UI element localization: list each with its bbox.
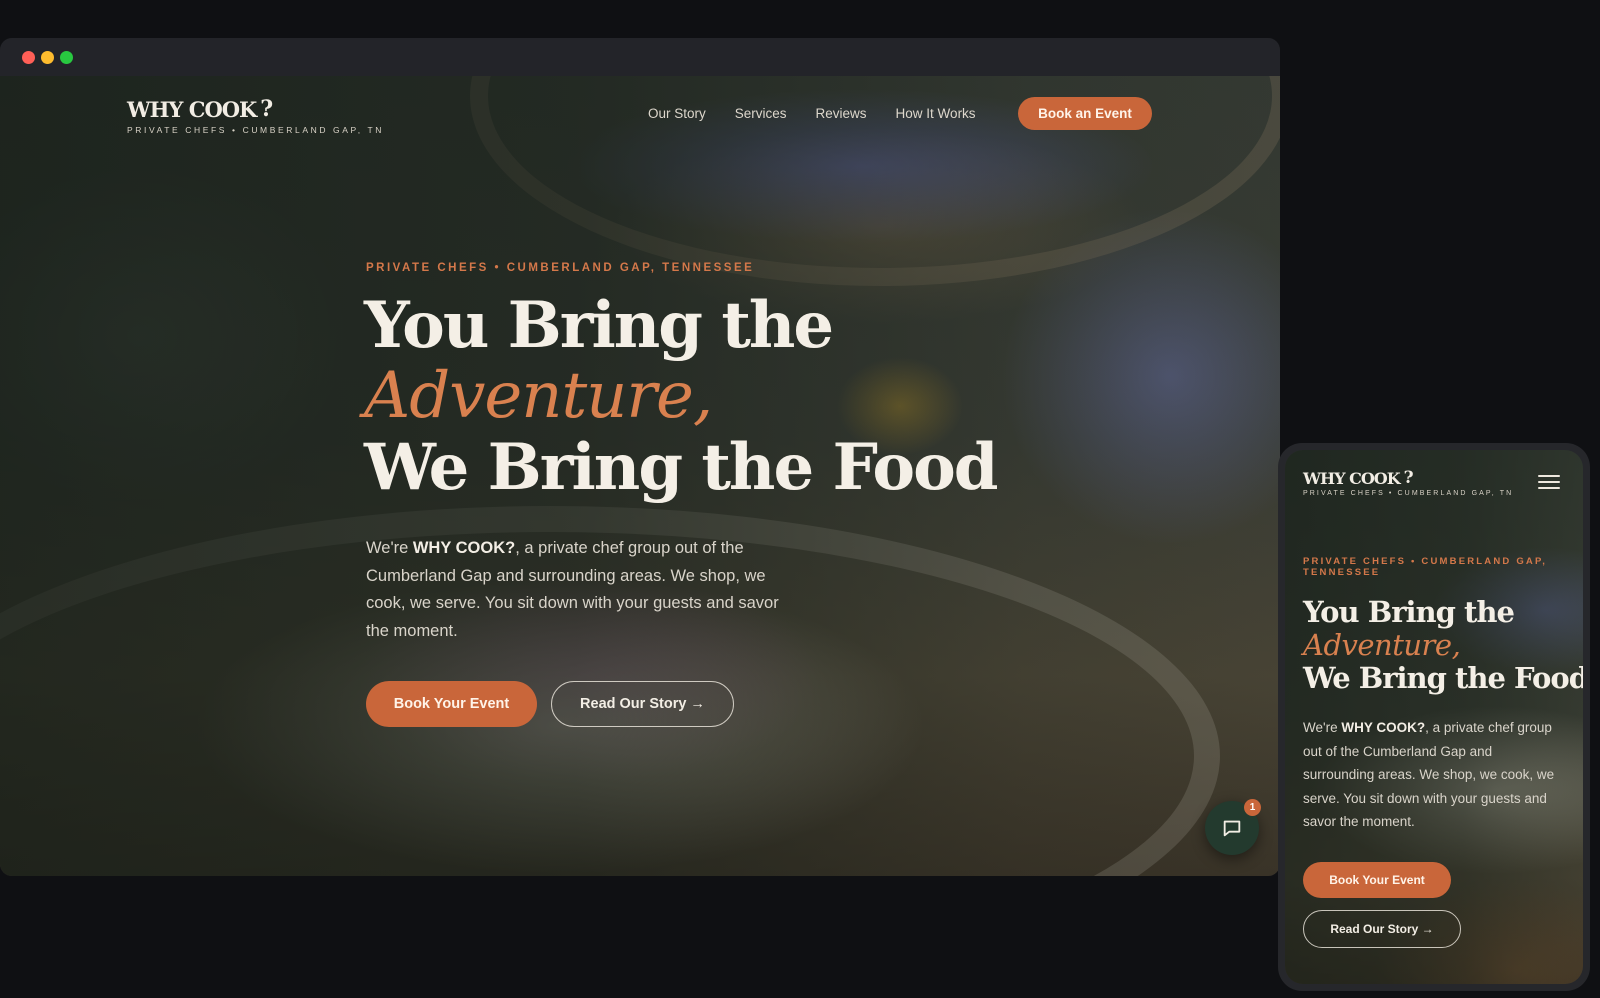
mobile-book-your-event-button[interactable]: Book Your Event [1303, 862, 1451, 898]
chat-bubble-icon [1223, 820, 1241, 837]
nav-link-how-it-works[interactable]: How It Works [896, 106, 976, 121]
hero-description: We're WHY COOK?, a private chef group ou… [366, 535, 806, 645]
mobile-headline-line-2: We Bring the Food [1303, 661, 1583, 695]
lead-intro: We're [366, 539, 413, 557]
mobile-hero-headline: You Bring the Adventure, We Bring the Fo… [1303, 596, 1583, 695]
question-mark-icon: ? [260, 96, 274, 122]
main-navigation: Our Story Services Reviews How It Works [648, 106, 1005, 121]
mobile-logo-tagline: PRIVATE CHEFS • CUMBERLAND GAP, TN [1303, 490, 1514, 497]
book-an-event-button[interactable]: Book an Event [1018, 97, 1152, 130]
book-your-event-button[interactable]: Book Your Event [366, 681, 537, 727]
browser-title-bar [0, 38, 1280, 76]
chat-notification-badge: 1 [1244, 799, 1261, 816]
logo-tagline: PRIVATE CHEFS • CUMBERLAND GAP, TN [127, 125, 385, 135]
mobile-question-mark-icon: ? [1403, 468, 1414, 488]
mobile-screen: WHY COOK ? PRIVATE CHEFS • CUMBERLAND GA… [1285, 450, 1583, 984]
hamburger-menu-icon[interactable] [1538, 475, 1560, 491]
mobile-headline-line-1: You Bring the [1303, 595, 1515, 629]
hero-headline: You Bring the Adventure, We Bring the Fo… [364, 288, 998, 505]
mobile-lead-intro: We're [1303, 720, 1342, 735]
mobile-headline-accent: Adventure, [1303, 628, 1461, 662]
site-logo[interactable]: WHY COOK ? PRIVATE CHEFS • CUMBERLAND GA… [127, 96, 384, 135]
maximize-window-button[interactable] [60, 51, 73, 64]
mobile-lead-body: , a private chef group out of the Cumber… [1303, 720, 1555, 829]
lead-brand: WHY COOK? [412, 539, 516, 557]
mobile-hero-eyebrow: PRIVATE CHEFS • CUMBERLAND GAP, TENNESSE… [1303, 556, 1548, 578]
mobile-device-frame: WHY COOK ? PRIVATE CHEFS • CUMBERLAND GA… [1278, 443, 1590, 991]
headline-accent: Adventure, [364, 359, 713, 433]
mobile-read-our-story-button[interactable]: Read Our Story → [1303, 910, 1461, 948]
mobile-hero-description: We're WHY COOK?, a private chef group ou… [1303, 716, 1563, 834]
mobile-site-logo[interactable]: WHY COOK ? PRIVATE CHEFS • CUMBERLAND GA… [1303, 468, 1513, 497]
nav-link-our-story[interactable]: Our Story [648, 106, 706, 121]
headline-line-2: We Bring the Food [364, 430, 998, 505]
mobile-lead-brand: WHY COOK? [1341, 720, 1426, 735]
hero-eyebrow: PRIVATE CHEFS • CUMBERLAND GAP, TENNESSE… [366, 262, 755, 274]
minimize-window-button[interactable] [41, 51, 54, 64]
nav-link-reviews[interactable]: Reviews [816, 106, 867, 121]
mobile-logo-wordmark: WHY COOK [1303, 468, 1401, 488]
logo-wordmark: WHY COOK [127, 96, 257, 122]
headline-line-1: You Bring the [364, 288, 834, 363]
close-window-button[interactable] [22, 51, 35, 64]
read-our-story-button[interactable]: Read Our Story → [551, 681, 734, 727]
nav-link-services[interactable]: Services [735, 106, 787, 121]
